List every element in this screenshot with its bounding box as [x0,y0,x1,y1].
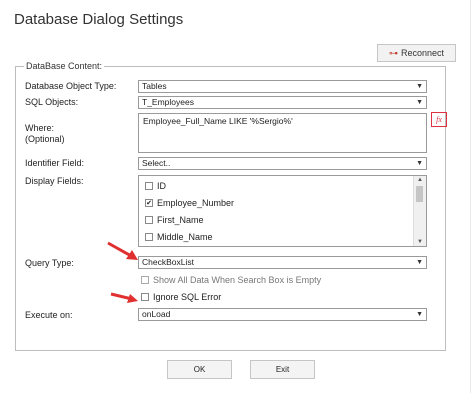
identifier-value: Select.. [142,158,171,168]
exit-button[interactable]: Exit [250,360,315,379]
sql-objects-select[interactable]: T_Employees ▼ [138,96,427,109]
fx-icon: fx [436,115,442,124]
list-item[interactable]: ID [145,181,166,191]
execute-on-select[interactable]: onLoad ▼ [138,308,427,321]
scroll-thumb[interactable] [416,186,423,202]
list-item-label: First_Name [157,215,204,225]
object-type-value: Tables [142,81,167,91]
execute-on-label: Execute on: [25,310,73,320]
list-scrollbar[interactable]: ▲ ▼ [413,176,426,246]
ignore-sql-error-row[interactable]: Ignore SQL Error [141,292,221,302]
dialog-title: Database Dialog Settings [14,11,184,28]
list-item[interactable]: Middle_Name [145,232,213,242]
checkbox[interactable] [145,182,153,190]
chevron-down-icon: ▼ [416,311,423,318]
reconnect-button[interactable]: ⊶ Reconnect [377,44,456,62]
chevron-down-icon: ▼ [416,99,423,106]
display-fields-label: Display Fields: [25,176,84,186]
reconnect-label: Reconnect [400,48,445,58]
ok-button[interactable]: OK [167,360,232,379]
where-label: Where: [25,123,55,133]
annotation-arrow-icon [107,241,138,260]
show-all-checkbox-row[interactable]: Show All Data When Search Box is Empty [141,275,321,285]
list-item-label: Employee_Number [157,198,235,208]
query-type-label: Query Type: [25,258,74,268]
execute-on-value: onLoad [142,309,171,319]
sql-objects-value: T_Employees [142,97,194,107]
object-type-label: Database Object Type: [25,81,117,91]
fx-formula-button[interactable]: fx [431,112,447,127]
divider [470,0,471,393]
sql-objects-label: SQL Objects: [25,97,79,107]
where-textarea[interactable]: Employee_Full_Name LIKE '%Sergio%' [138,113,427,153]
ignore-sql-label: Ignore SQL Error [153,292,222,302]
list-item[interactable]: First_Name [145,215,204,225]
list-item-label: Middle_Name [157,232,213,242]
object-type-select[interactable]: Tables ▼ [138,80,427,93]
chevron-down-icon: ▼ [416,259,423,266]
checkbox[interactable] [141,276,149,284]
display-fields-list[interactable]: ID ✔ Employee_Number First_Name Middle_N… [138,175,427,247]
show-all-label: Show All Data When Search Box is Empty [153,275,322,285]
chevron-down-icon: ▼ [416,83,423,90]
annotation-arrow-icon [110,292,138,303]
checkbox[interactable] [145,233,153,241]
group-legend: DataBase Content: [24,61,105,71]
where-optional-label: (Optional) [25,134,65,144]
checkbox[interactable] [145,216,153,224]
scroll-up-icon[interactable]: ▲ [417,177,423,183]
list-item[interactable]: ✔ Employee_Number [145,198,234,208]
identifier-select[interactable]: Select.. ▼ [138,157,427,170]
plug-icon: ⊶ [388,47,398,58]
query-type-value: CheckBoxList [142,257,194,267]
chevron-down-icon: ▼ [416,160,423,167]
query-type-select[interactable]: CheckBoxList ▼ [138,256,427,269]
identifier-label: Identifier Field: [25,158,85,168]
checkbox[interactable] [141,293,149,301]
checkbox-checked[interactable]: ✔ [145,199,153,207]
list-item-label: ID [157,181,166,191]
scroll-down-icon[interactable]: ▼ [417,239,423,245]
